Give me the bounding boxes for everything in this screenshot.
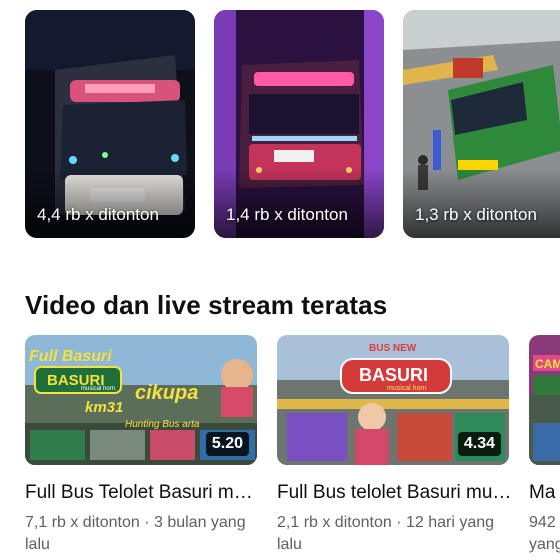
thumb-text: Full Basuri [29, 348, 112, 365]
video-card[interactable]: Full Basuri BASURI musical horn km31 cik… [25, 335, 261, 556]
short-views: 1,4 rb x ditonton [226, 205, 348, 224]
video-thumbnail-image: CAME [529, 335, 560, 465]
short-overlay [214, 168, 384, 238]
thumb-accent: km31 [85, 399, 123, 416]
video-title[interactable]: Full Bus Telolet Basuri musical horn cik… [25, 482, 261, 504]
video-views: 942 [529, 514, 556, 531]
video-thumbnail[interactable]: BUS NEW BASURI musical horn 4.34 [277, 335, 509, 465]
section-title: Video dan live stream teratas [25, 290, 388, 320]
thumb-logo: BASURI [359, 365, 428, 385]
short-card[interactable]: 1,4 rb x ditonton [214, 10, 384, 238]
video-meta: 942 yang [529, 512, 560, 556]
video-meta: 7,1 rb x ditonton · 3 bulan yang lalu [25, 512, 261, 556]
video-thumbnail[interactable]: CAME [529, 335, 560, 465]
page: 4,4 rb x ditonton 1,4 rb x ditonton 1,3 … [0, 0, 560, 560]
video-title[interactable]: Ma [529, 482, 560, 504]
video-thumbnail[interactable]: Full Basuri BASURI musical horn km31 cik… [25, 335, 257, 465]
meta-separator: · [391, 514, 406, 531]
short-views: 4,4 rb x ditonton [37, 205, 159, 224]
short-overlay [403, 168, 560, 238]
thumb-text: BUS NEW [369, 343, 417, 354]
short-overlay [25, 168, 195, 238]
thumb-logo-sub: musical horn [81, 386, 115, 392]
meta-separator: · [139, 514, 154, 531]
video-card[interactable]: CAME Ma 942 yang [529, 335, 560, 556]
thumb-logo-sub: musical horn [387, 385, 427, 392]
video-card[interactable]: BUS NEW BASURI musical horn 4.34 Full Bu… [277, 335, 513, 556]
duration-badge: 4.34 [457, 432, 501, 456]
video-views: 7,1 rb x ditonton [25, 514, 140, 531]
short-card[interactable]: 1,3 rb x ditonton [403, 10, 560, 238]
thumb-text: CAME [535, 357, 560, 371]
video-meta: 2,1 rb x ditonton · 12 hari yang lalu [277, 512, 513, 556]
thumb-caption: Hunting Bus arta [125, 419, 200, 430]
video-age: yang [529, 536, 560, 553]
short-views: 1,3 rb x ditonton [415, 205, 537, 224]
video-views: 2,1 rb x ditonton [277, 514, 392, 531]
video-title[interactable]: Full Bus telolet Basuri musical horn [277, 482, 513, 504]
thumb-accent: cikupa [135, 382, 198, 404]
duration-badge: 5.20 [205, 432, 249, 456]
short-card[interactable]: 4,4 rb x ditonton [25, 10, 195, 238]
